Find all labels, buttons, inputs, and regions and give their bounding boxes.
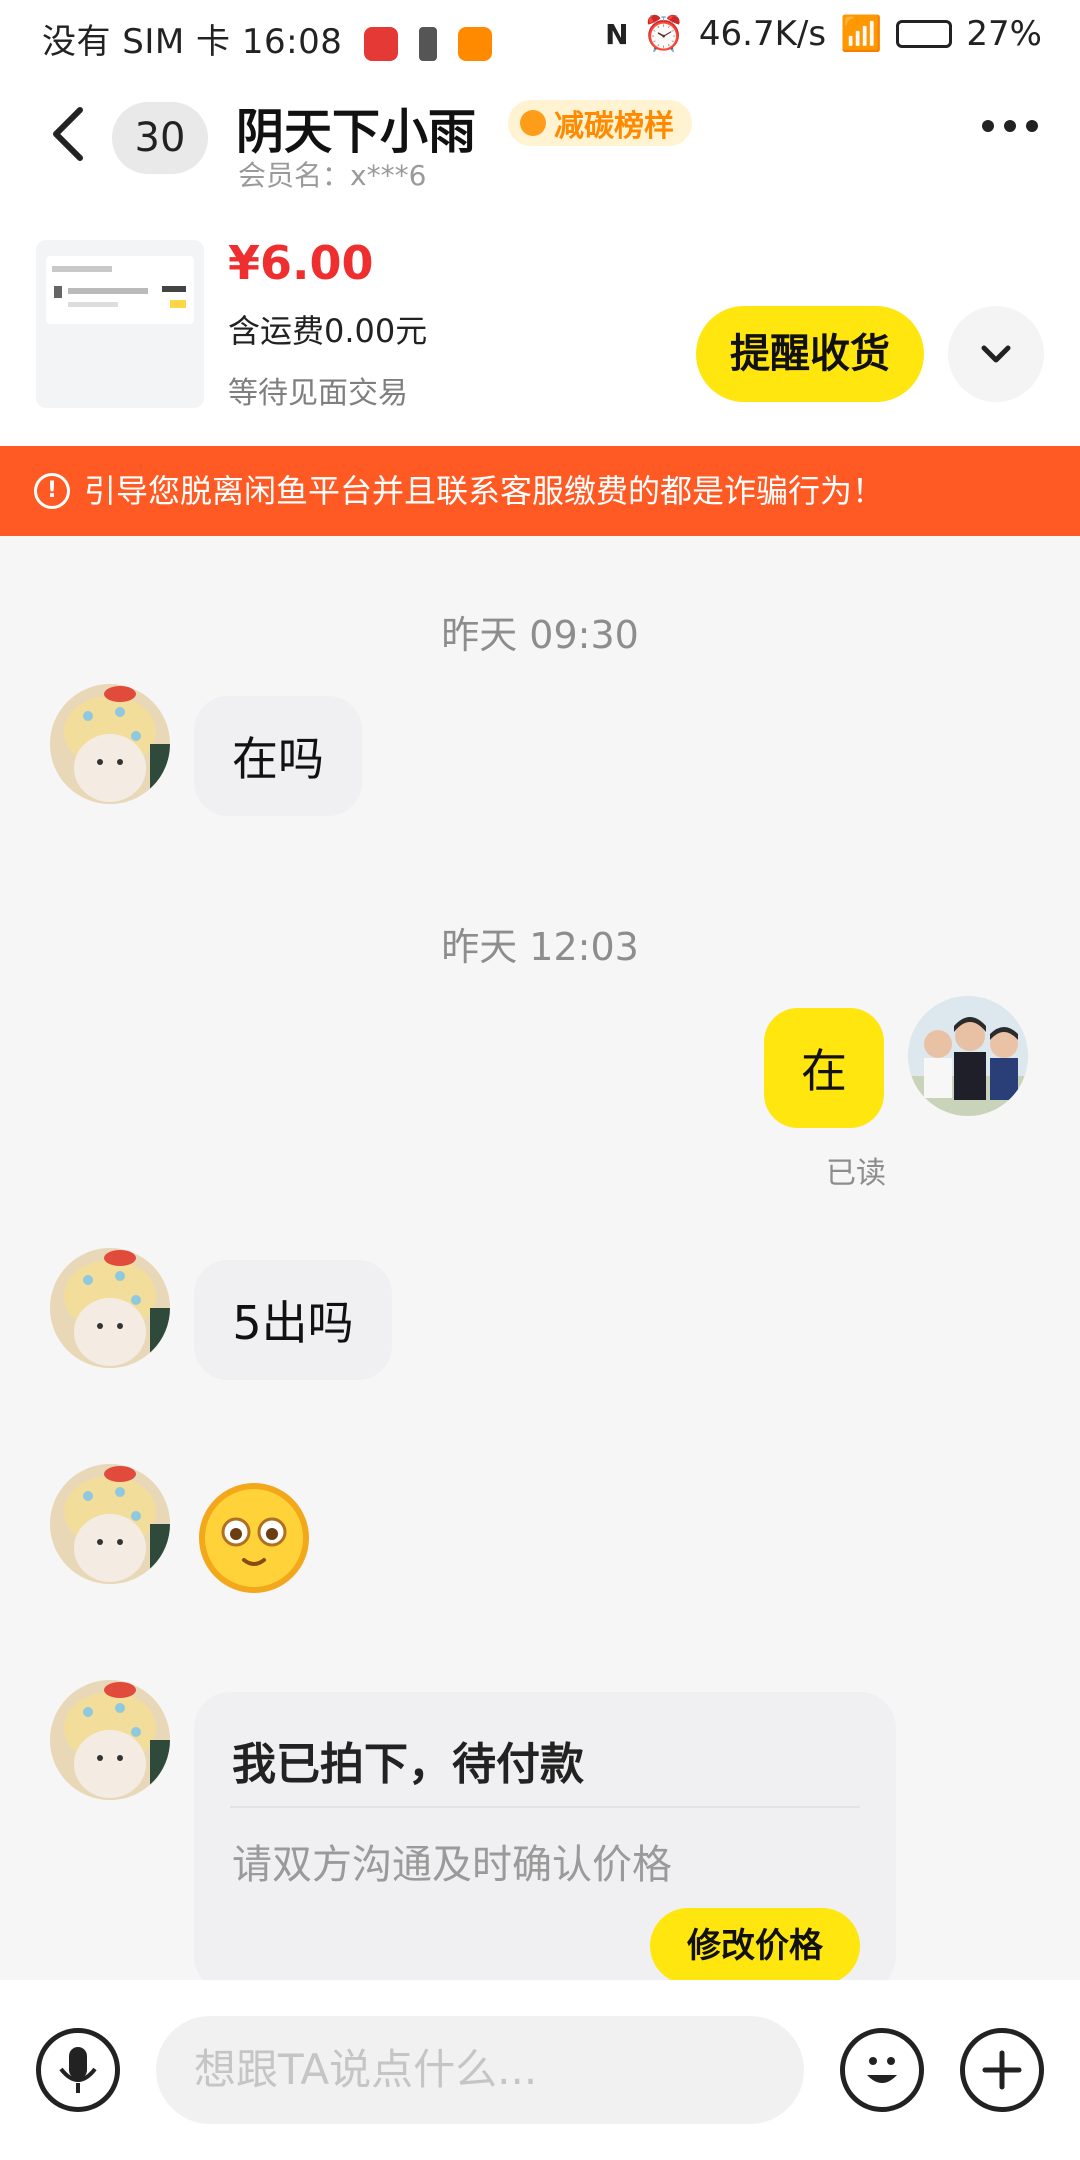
smiley-icon [867,2057,897,2083]
alarm-icon: ⏰ [642,14,685,54]
more-actions-button[interactable] [960,2028,1044,2112]
contact-avatar[interactable] [50,1464,170,1584]
unread-count-badge[interactable]: 30 [112,102,208,174]
back-button[interactable] [48,104,88,164]
contact-avatar[interactable] [50,1248,170,1368]
bear-avatar-icon [50,1680,170,1800]
timestamp: 昨天 09:30 [441,613,639,657]
bear-avatar-icon [50,684,170,804]
contact-avatar[interactable] [50,1680,170,1800]
remind-receipt-button[interactable]: 提醒收货 [696,306,924,402]
message-text: 在吗 [232,732,324,786]
read-status: 已读 [826,1156,886,1191]
plus-icon [982,2050,1022,2090]
contact-name[interactable]: 阴天下小雨 [236,92,476,162]
message-text: 在 [801,1044,847,1098]
my-message-bubble[interactable]: 在 [764,1008,884,1128]
video-app-icon [458,26,493,61]
warning-icon: ! [34,473,70,509]
message-text: 5出吗 [232,1296,354,1350]
message-bubble[interactable]: 在吗 [194,696,362,816]
wifi-icon: 📶 [840,14,883,54]
carbon-badge[interactable]: 减碳榜样 [508,100,692,146]
microphone-icon [59,2047,97,2093]
order-status: 等待见面交易 [228,376,408,411]
carbon-badge-label: 减碳榜样 [554,109,674,144]
card-divider [230,1806,860,1808]
modify-price-button[interactable]: 修改价格 [650,1908,860,1984]
thumbnail-document [46,256,194,324]
battery-icon [896,20,953,48]
fraud-warning-text: 引导您脱离闲鱼平台并且联系客服缴费的都是诈骗行为！ [84,472,885,510]
card-title: 我已拍下，待付款 [232,1739,584,1790]
bear-avatar-icon [50,1464,170,1584]
order-price: ¥6.00 [228,236,374,290]
message-bubble[interactable]: 5出吗 [194,1260,392,1380]
more-dot-icon [982,120,994,132]
status-right: N ⏰ 46.7K/s 📶 27% [605,14,1042,54]
huawei-app-icon [363,26,398,61]
status-time: 没有 SIM 卡 16:08 [42,22,343,62]
notification-icon [418,26,437,61]
leaf-icon [520,110,546,136]
nfc-icon: N [605,17,629,51]
more-dot-icon [1026,120,1038,132]
bear-avatar-icon [50,1248,170,1368]
fraud-warning-banner: ! 引导您脱离闲鱼平台并且联系客服缴费的都是诈骗行为！ [0,446,1080,536]
voice-button[interactable] [36,2028,120,2112]
status-left: 没有 SIM 卡 16:08 [42,14,493,63]
network-speed: 46.7K/s [698,14,827,54]
back-arrow-icon [53,107,83,161]
more-dot-icon [1004,120,1016,132]
member-name: 会员名：x***6 [238,159,427,192]
more-options-button[interactable] [982,120,1038,132]
shipping-fee: 含运费0.00元 [228,312,428,350]
card-description: 请双方沟通及时确认价格 [232,1842,672,1888]
battery-percent: 27% [966,14,1042,54]
emoji-message[interactable] [198,1482,310,1598]
emoji-button[interactable] [840,2028,924,2112]
my-avatar[interactable] [908,996,1028,1116]
shy-face-emoji-icon [199,1483,309,1593]
product-thumbnail[interactable] [36,240,204,408]
photo-avatar-icon [908,996,1028,1116]
message-input[interactable]: 想跟TA说点什么... [156,2016,804,2124]
chevron-down-icon [981,345,1011,363]
timestamp: 昨天 12:03 [441,925,639,969]
contact-avatar[interactable] [50,684,170,804]
expand-order-button[interactable] [948,306,1044,402]
